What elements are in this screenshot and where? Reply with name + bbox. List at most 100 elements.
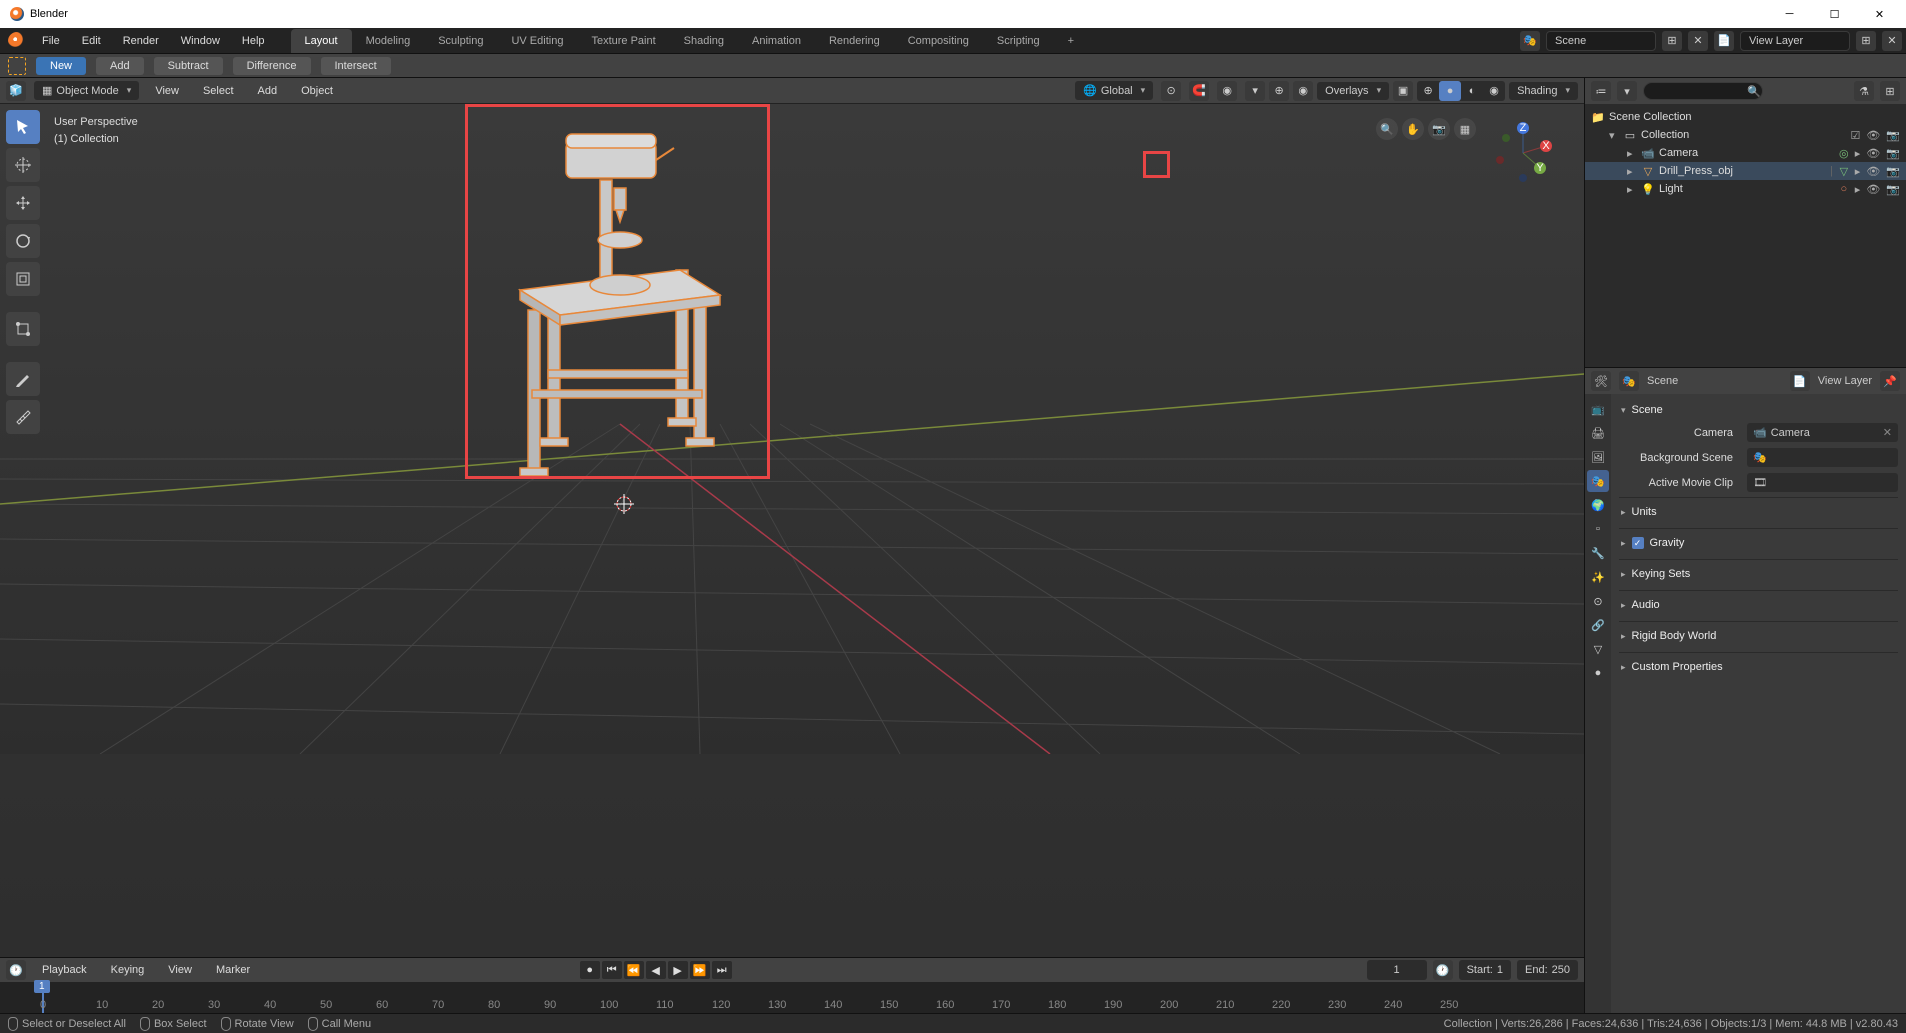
pan-nav-icon[interactable]: ✋: [1402, 118, 1424, 140]
keying-sets-panel[interactable]: Keying Sets: [1619, 564, 1898, 584]
3d-viewport[interactable]: User Perspective (1) Collection 🔍 ✋: [0, 104, 1584, 957]
measure-tool[interactable]: [6, 400, 40, 434]
select-box-tool[interactable]: [6, 110, 40, 144]
solid-shading-icon[interactable]: ●: [1439, 81, 1461, 101]
transform-tool[interactable]: [6, 312, 40, 346]
outliner-search-input[interactable]: [1643, 82, 1763, 100]
eye-icon[interactable]: 👁: [1866, 183, 1880, 196]
start-frame-input[interactable]: Start: 1: [1459, 960, 1511, 980]
boolean-new-button[interactable]: New: [36, 57, 86, 75]
select-icon[interactable]: ▸: [1855, 147, 1861, 160]
rigid-body-panel[interactable]: Rigid Body World: [1619, 626, 1898, 646]
viewlayer-browse-icon[interactable]: 📄: [1714, 31, 1734, 51]
outliner-new-collection-icon[interactable]: ⊞: [1880, 81, 1900, 101]
boolean-add-button[interactable]: Add: [96, 57, 144, 75]
modifiers-tab-icon[interactable]: 🔧: [1587, 542, 1609, 564]
render-icon[interactable]: 📷: [1886, 165, 1900, 178]
output-tab-icon[interactable]: 🖨: [1587, 422, 1609, 444]
wireframe-shading-icon[interactable]: ⊕: [1417, 81, 1439, 101]
overlay-toggle[interactable]: ◉: [1293, 81, 1313, 101]
select-icon[interactable]: ▸: [1855, 165, 1861, 178]
gizmo-dropdown[interactable]: ⊕: [1269, 81, 1289, 101]
menu-render[interactable]: Render: [113, 31, 169, 51]
tree-collection[interactable]: ▾ ▭ Collection ☑👁📷: [1585, 126, 1906, 144]
view-menu[interactable]: View: [147, 81, 187, 101]
workspace-rendering[interactable]: Rendering: [815, 29, 894, 53]
pin-icon[interactable]: 📌: [1880, 371, 1900, 391]
workspace-compositing[interactable]: Compositing: [894, 29, 983, 53]
boolean-intersect-button[interactable]: Intersect: [321, 57, 391, 75]
keying-menu[interactable]: Keying: [103, 960, 153, 980]
render-icon[interactable]: 📷: [1886, 183, 1900, 196]
menu-edit[interactable]: Edit: [72, 31, 111, 51]
keyframe-next-button[interactable]: ⏩: [690, 961, 710, 979]
render-icon[interactable]: 📷: [1886, 147, 1900, 160]
current-frame-input[interactable]: 1: [1367, 960, 1427, 980]
workspace-animation[interactable]: Animation: [738, 29, 815, 53]
scene-name-input[interactable]: [1546, 31, 1656, 51]
workspace-layout[interactable]: Layout: [291, 29, 352, 53]
workspace-scripting[interactable]: Scripting: [983, 29, 1054, 53]
editor-type-icon[interactable]: 🧊: [6, 81, 26, 101]
minimize-button[interactable]: ─: [1767, 0, 1812, 28]
boolean-difference-button[interactable]: Difference: [233, 57, 311, 75]
move-tool[interactable]: [6, 186, 40, 220]
timeline-editor-icon[interactable]: 🕐: [6, 960, 26, 980]
object-menu[interactable]: Object: [293, 81, 341, 101]
object-tab-icon[interactable]: ▫: [1587, 518, 1609, 540]
add-menu[interactable]: Add: [250, 81, 286, 101]
preview-range-toggle[interactable]: 🕐: [1433, 960, 1453, 980]
end-frame-input[interactable]: End: 250: [1517, 960, 1578, 980]
tree-item-light[interactable]: ▸ 💡 Light ○ ▸👁📷: [1585, 180, 1906, 198]
playback-menu[interactable]: Playback: [34, 960, 95, 980]
perspective-nav-icon[interactable]: ▦: [1454, 118, 1476, 140]
exclude-toggle[interactable]: ☑: [1850, 129, 1860, 142]
view-layer-input[interactable]: [1740, 31, 1850, 51]
zoom-nav-icon[interactable]: 🔍: [1376, 118, 1398, 140]
visibility-dropdown[interactable]: ▾: [1245, 81, 1265, 101]
disclosure-icon[interactable]: ▸: [1627, 165, 1637, 178]
marker-menu[interactable]: Marker: [208, 960, 258, 980]
render-tab-icon[interactable]: 📺: [1587, 398, 1609, 420]
drill-press-model[interactable]: [470, 110, 770, 480]
scale-tool[interactable]: [6, 262, 40, 296]
material-tab-icon[interactable]: ●: [1587, 662, 1609, 684]
scene-tab-icon[interactable]: 🎭: [1587, 470, 1609, 492]
tree-item-camera[interactable]: ▸ 📹 Camera ◎ ▸👁📷: [1585, 144, 1906, 162]
workspace-shading[interactable]: Shading: [670, 29, 738, 53]
tree-item-drill-press[interactable]: ▸ ▽ Drill_Press_obj | ▽ ▸👁📷: [1585, 162, 1906, 180]
gravity-panel[interactable]: ✓Gravity: [1619, 533, 1898, 553]
timeline-track[interactable]: 0102030405060708090100110120130140150160…: [0, 982, 1584, 1013]
outliner-view-dropdown[interactable]: ▾: [1617, 81, 1637, 101]
units-panel[interactable]: Units: [1619, 502, 1898, 522]
timeline-view-menu[interactable]: View: [160, 960, 200, 980]
clear-icon[interactable]: ✕: [1883, 426, 1892, 439]
mode-dropdown[interactable]: ▦ Object Mode: [34, 81, 139, 100]
snap-toggle[interactable]: 🧲: [1189, 81, 1209, 101]
cursor-tool[interactable]: [6, 148, 40, 182]
viewlayer-tab-icon[interactable]: 🖼: [1587, 446, 1609, 468]
keyframe-prev-button[interactable]: ⏪: [624, 961, 644, 979]
scene-browse-icon[interactable]: 🎭: [1520, 31, 1540, 51]
maximize-button[interactable]: ☐: [1812, 0, 1857, 28]
xray-toggle[interactable]: ▣: [1393, 81, 1413, 101]
audio-panel[interactable]: Audio: [1619, 595, 1898, 615]
constraints-tab-icon[interactable]: 🔗: [1587, 614, 1609, 636]
jump-start-button[interactable]: ⏮: [602, 961, 622, 979]
menu-window[interactable]: Window: [171, 31, 230, 51]
viewlayer-delete-icon[interactable]: ✕: [1882, 31, 1902, 51]
rendered-shading-icon[interactable]: ◉: [1483, 81, 1505, 101]
select-tool-icon[interactable]: [8, 57, 26, 75]
particles-tab-icon[interactable]: ✨: [1587, 566, 1609, 588]
disclosure-icon[interactable]: ▸: [1627, 147, 1637, 160]
blender-menu-icon[interactable]: [8, 32, 26, 50]
world-tab-icon[interactable]: 🌍: [1587, 494, 1609, 516]
workspace-sculpting[interactable]: Sculpting: [424, 29, 497, 53]
workspace-texture-paint[interactable]: Texture Paint: [577, 29, 669, 53]
pivot-dropdown[interactable]: ⊙: [1161, 81, 1181, 101]
lookdev-shading-icon[interactable]: ◐: [1461, 81, 1483, 101]
orientation-dropdown[interactable]: 🌐 Global: [1075, 81, 1153, 100]
navigation-gizmo[interactable]: X Y Z: [1488, 118, 1558, 188]
workspace-add[interactable]: +: [1054, 29, 1088, 53]
eye-icon[interactable]: 👁: [1866, 165, 1880, 178]
